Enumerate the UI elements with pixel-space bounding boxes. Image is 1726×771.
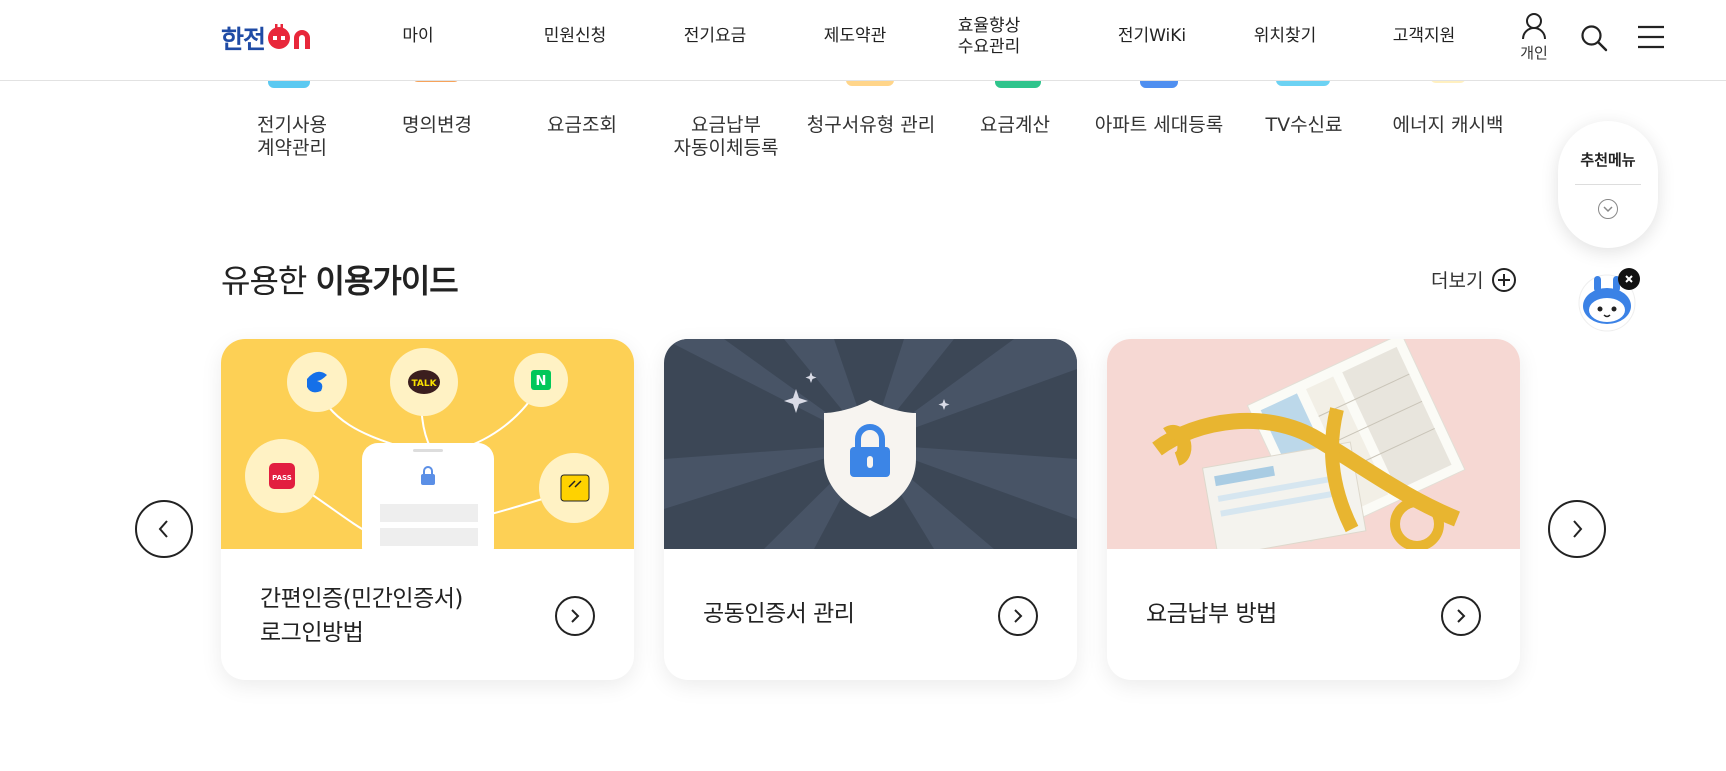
quick-menu-bill-calc[interactable]: 요금계산 (945, 114, 1085, 137)
user-menu[interactable]: 개인 (1516, 12, 1552, 62)
quick-menu-energy-cashback[interactable]: 에너지 캐시백 (1378, 114, 1518, 137)
card-image-simple-auth: TALK N PASS (221, 339, 634, 549)
quick-menu-bill-inquiry[interactable]: 요금조회 (512, 114, 652, 137)
chevron-right-icon (1457, 609, 1466, 623)
guide-card-payment[interactable]: 요금납부 방법 (1107, 339, 1520, 680)
card-arrow-button[interactable] (998, 596, 1038, 636)
quick-menu-name-change[interactable]: 명의변경 (367, 114, 507, 137)
chevron-right-icon (1573, 520, 1583, 538)
quick-menu-tv-fee[interactable]: TV수신료 (1234, 114, 1374, 137)
quick-menu-bill-type[interactable]: 청구서유형 관리 (801, 114, 941, 137)
quick-menu-contract[interactable]: 전기사용 계약관리 (222, 114, 362, 160)
card-arrow-button[interactable] (555, 596, 595, 636)
card-image-certificate (664, 339, 1077, 549)
recommended-menu-panel[interactable]: 추천메뉴 (1558, 121, 1658, 248)
lock-icon (421, 474, 435, 485)
menu-button[interactable] (1637, 25, 1665, 53)
search-icon (1581, 25, 1608, 52)
nav-my[interactable]: 마이 (383, 0, 453, 73)
top-header: 한전 마이 민원신청 전기요금 제도약관 효율향상 수요관리 전기WiKi 위치… (0, 0, 1726, 81)
kepco-on-logo[interactable]: 한전 (221, 22, 317, 54)
svg-text:N: N (536, 374, 547, 389)
plus-circle-icon (1492, 267, 1517, 292)
nav-terms[interactable]: 제도약관 (810, 0, 900, 73)
card-label: 요금납부 방법 (1146, 601, 1277, 627)
nav-efficiency[interactable]: 효율향상 수요관리 (944, 0, 1034, 73)
card-arrow-button[interactable] (1441, 596, 1481, 636)
kb-icon (560, 474, 590, 502)
chevron-down-icon (1603, 206, 1613, 213)
card-image-payment (1107, 339, 1520, 549)
svg-text:TALK: TALK (411, 379, 437, 389)
chatbot-close-button[interactable] (1618, 268, 1640, 290)
certificate-illustration (664, 339, 1077, 549)
guide-section-title: 유용한 이용가이드 (221, 256, 459, 302)
recommended-menu-title: 추천메뉴 (1580, 151, 1636, 169)
guide-title-prefix: 유용한 (221, 262, 307, 300)
guide-title-bold: 이용가이드 (315, 262, 459, 300)
nav-customer-support[interactable]: 고객지원 (1379, 0, 1469, 73)
logo-on-mark (268, 24, 311, 49)
more-button[interactable]: 더보기 (1431, 266, 1517, 293)
nav-civil-application[interactable]: 민원신청 (530, 0, 620, 73)
chevron-left-icon (158, 520, 168, 538)
quick-menu-apartment[interactable]: 아파트 세대등록 (1089, 114, 1229, 137)
chevron-right-icon (571, 609, 580, 623)
slider-prev-button[interactable] (135, 500, 193, 558)
slider-next-button[interactable] (1548, 500, 1606, 558)
card-label: 공동인증서 관리 (703, 601, 855, 627)
svg-text:PASS: PASS (272, 474, 292, 482)
close-icon (1625, 275, 1633, 283)
recommended-menu-toggle[interactable] (1598, 199, 1618, 219)
guide-card-simple-auth[interactable]: TALK N PASS 간편인증(민간인증서) 로그인방법 (221, 339, 634, 680)
card-label: 간편인증(민간인증서) 로그인방법 (260, 586, 463, 646)
payment-illustration (1152, 339, 1466, 549)
simple-auth-illustration: TALK N PASS (245, 348, 609, 549)
guide-card-certificate[interactable]: 공동인증서 관리 (664, 339, 1077, 680)
more-label: 더보기 (1431, 270, 1484, 292)
user-type-label: 개인 (1520, 44, 1548, 62)
search-button[interactable] (1580, 24, 1608, 56)
nav-location[interactable]: 위치찾기 (1240, 0, 1330, 73)
quick-menu-autopay[interactable]: 요금납부 자동이체등록 (656, 114, 796, 160)
user-icon (1522, 13, 1546, 40)
menu-icon (1638, 25, 1664, 49)
nav-wiki[interactable]: 전기WiKi (1105, 0, 1199, 73)
chevron-right-icon (1014, 609, 1023, 623)
logo-text: 한전 (221, 25, 266, 54)
divider (1575, 184, 1641, 185)
nav-electric-bill[interactable]: 전기요금 (670, 0, 760, 73)
